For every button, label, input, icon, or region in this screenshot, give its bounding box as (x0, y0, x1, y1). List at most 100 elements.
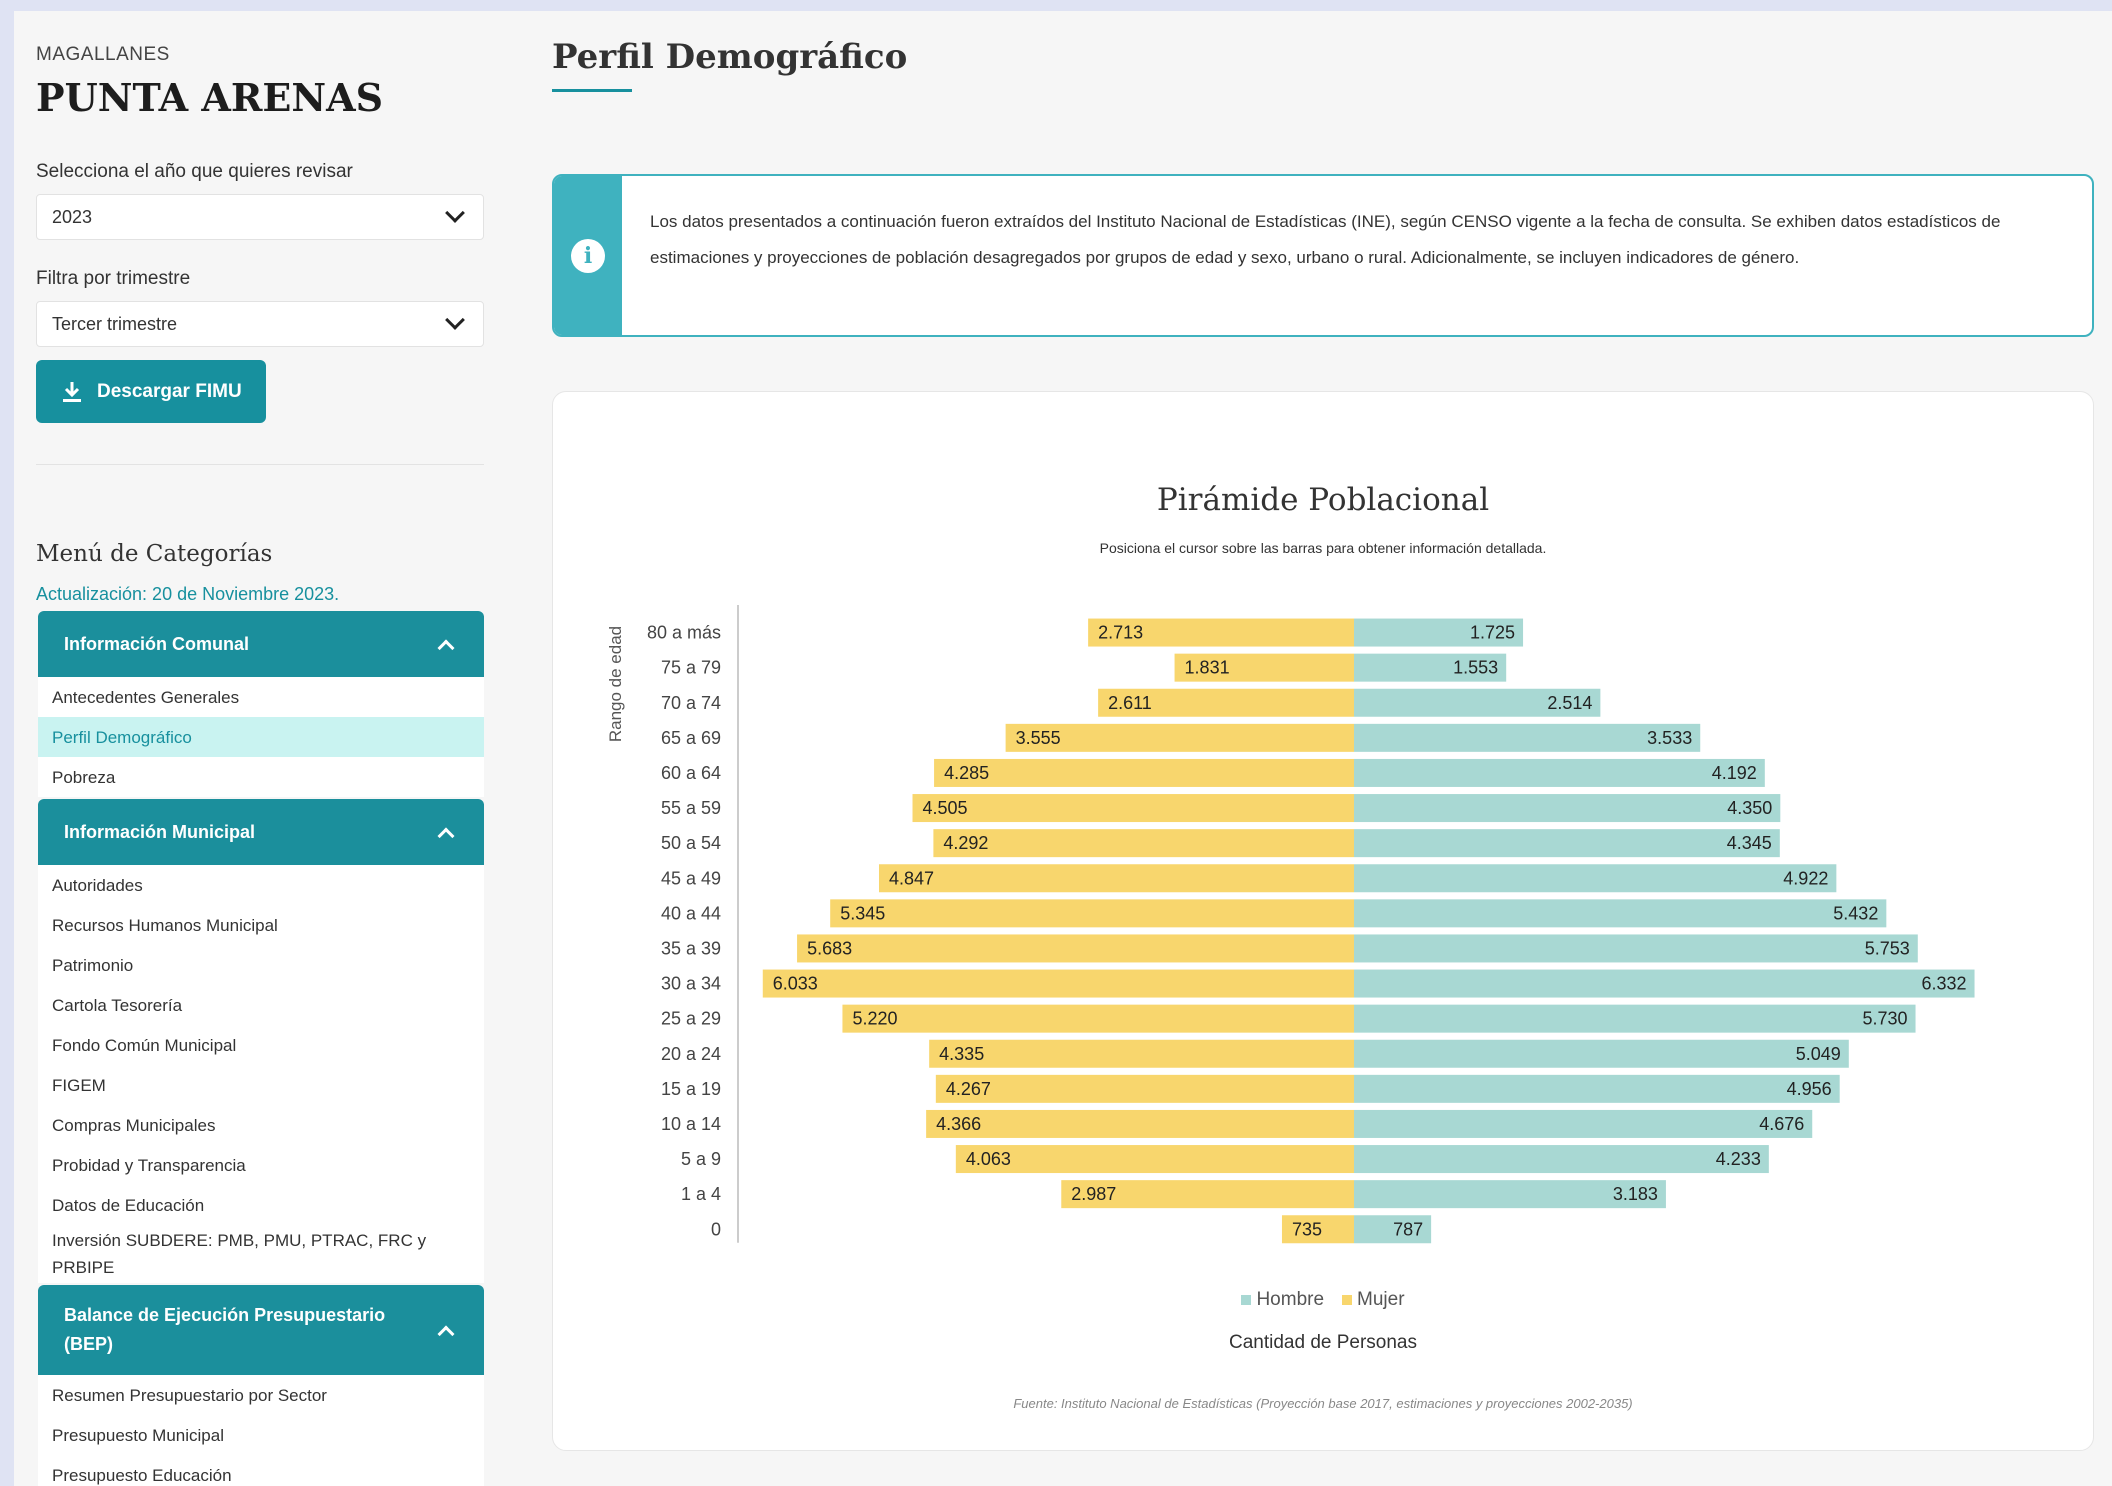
bar-mujer[interactable] (935, 1074, 1354, 1103)
year-select[interactable]: 2023 (36, 194, 484, 240)
chevron-up-icon (437, 1325, 455, 1343)
chart-legend: Hombre Mujer (553, 1289, 2093, 1311)
y-tick-label: 80 a más (647, 623, 721, 643)
bar-mujer[interactable] (912, 794, 1354, 823)
menu-item-patrimonio[interactable]: Patrimonio (38, 945, 484, 985)
section-title: Información Municipal (64, 821, 256, 842)
menu-item-compras[interactable]: Compras Municipales (38, 1105, 484, 1145)
chevron-down-icon (445, 310, 465, 330)
section-header-info-comunal[interactable]: Información Comunal (38, 611, 484, 677)
data-label-mujer: 5.683 (807, 938, 852, 958)
y-tick-label: 75 a 79 (661, 658, 721, 678)
bar-mujer[interactable] (797, 934, 1354, 963)
menu-item-resumen-presupuestario[interactable]: Resumen Presupuestario por Sector (38, 1375, 484, 1415)
menu-item-fondo-comun[interactable]: Fondo Común Municipal (38, 1025, 484, 1065)
menu-item-perfil-demografico[interactable]: Perfil Demográfico (38, 717, 484, 757)
menu-item-recursos-humanos[interactable]: Recursos Humanos Municipal (38, 905, 484, 945)
divider (36, 464, 484, 465)
data-label-hombre: 1.553 (1453, 658, 1498, 678)
y-tick-label: 55 a 59 (661, 798, 721, 818)
data-label-mujer: 6.033 (773, 974, 818, 994)
bar-mujer[interactable] (929, 1039, 1354, 1068)
data-label-mujer: 735 (1292, 1219, 1322, 1239)
bar-mujer[interactable] (842, 1004, 1354, 1033)
chart-card: Pirámide Poblacional Posiciona el cursor… (552, 391, 2094, 1451)
bar-hombre[interactable] (1354, 899, 1887, 928)
data-label-hombre: 5.049 (1796, 1044, 1841, 1064)
y-tick-label: 20 a 24 (661, 1044, 721, 1064)
bar-hombre[interactable] (1354, 1039, 1849, 1068)
section-header-bep[interactable]: Balance de Ejecución Presupuestario (BEP… (38, 1285, 484, 1375)
y-axis-title: Rango de edad (606, 626, 625, 742)
y-tick-label: 65 a 69 (661, 728, 721, 748)
y-tick-label: 1 a 4 (681, 1184, 721, 1204)
bar-hombre[interactable] (1354, 1074, 1840, 1103)
menu-item-inversion-subdere[interactable]: Inversión SUBDERE: PMB, PMU, PTRAC, FRC … (38, 1225, 484, 1283)
menu-item-educacion[interactable]: Datos de Educación (38, 1185, 484, 1225)
menu-item-pobreza[interactable]: Pobreza (38, 757, 484, 797)
y-tick-label: 30 a 34 (661, 974, 721, 994)
y-tick-label: 45 a 49 (661, 868, 721, 888)
info-box: i Los datos presentados a continuación f… (552, 174, 2094, 337)
y-tick-label: 10 a 14 (661, 1114, 721, 1134)
bar-hombre[interactable] (1354, 1109, 1813, 1138)
menu-item-autoridades[interactable]: Autoridades (38, 865, 484, 905)
legend-item-mujer[interactable]: Mujer (1342, 1289, 1405, 1311)
bar-mujer[interactable] (933, 829, 1354, 858)
bar-hombre[interactable] (1354, 1145, 1769, 1174)
menu-item-antecedentes[interactable]: Antecedentes Generales (38, 677, 484, 717)
quarter-select-label: Filtra por trimestre (36, 268, 191, 289)
data-label-mujer: 4.505 (923, 798, 968, 818)
bar-mujer[interactable] (762, 969, 1354, 998)
info-sidebar: i (554, 176, 622, 335)
data-label-mujer: 2.611 (1108, 693, 1152, 713)
data-label-hombre: 5.753 (1865, 938, 1910, 958)
download-fimu-button[interactable]: Descargar FIMU (36, 360, 266, 423)
menu-item-presupuesto-municipal[interactable]: Presupuesto Municipal (38, 1415, 484, 1455)
section-header-info-municipal[interactable]: Información Municipal (38, 799, 484, 865)
bar-hombre[interactable] (1354, 1004, 1916, 1033)
bar-hombre[interactable] (1354, 758, 1765, 787)
page-title: Perfil Demográfico (552, 37, 908, 77)
bar-hombre[interactable] (1354, 829, 1780, 858)
quarter-select[interactable]: Tercer trimestre (36, 301, 484, 347)
y-tick-label: 25 a 29 (661, 1009, 721, 1029)
menu-item-presupuesto-educacion[interactable]: Presupuesto Educación (38, 1455, 484, 1486)
bar-hombre[interactable] (1354, 969, 1975, 998)
data-label-hombre: 4.676 (1759, 1114, 1804, 1134)
data-label-hombre: 4.233 (1716, 1149, 1761, 1169)
menu-item-probidad[interactable]: Probidad y Transparencia (38, 1145, 484, 1185)
y-tick-label: 35 a 39 (661, 938, 721, 958)
data-label-hombre: 4.345 (1727, 833, 1772, 853)
data-label-hombre: 4.922 (1783, 868, 1828, 888)
y-tick-label: 5 a 9 (681, 1149, 721, 1169)
bar-hombre[interactable] (1354, 864, 1837, 893)
menu-item-figem[interactable]: FIGEM (38, 1065, 484, 1105)
bar-hombre[interactable] (1354, 794, 1781, 823)
bar-mujer[interactable] (830, 899, 1354, 928)
bar-mujer[interactable] (926, 1109, 1354, 1138)
category-menu: Información Comunal Antecedentes General… (38, 611, 484, 1486)
bar-mujer[interactable] (955, 1145, 1354, 1174)
pyramid-chart[interactable]: Rango de edad 80 a más 2.713 1.725 75 a 79 1.… (553, 392, 2095, 1272)
app-frame: MAGALLANES PUNTA ARENAS Selecciona el añ… (14, 11, 2112, 1486)
bar-hombre[interactable] (1354, 934, 1918, 963)
bar-mujer[interactable] (934, 758, 1354, 787)
x-axis-label: Cantidad de Personas (1228, 1332, 1417, 1353)
region-label: MAGALLANES (36, 44, 170, 65)
data-label-mujer: 4.267 (946, 1079, 991, 1099)
data-label-mujer: 4.285 (944, 763, 989, 783)
data-label-hombre: 1.725 (1470, 623, 1515, 643)
data-label-mujer: 4.335 (939, 1044, 984, 1064)
bar-mujer[interactable] (878, 864, 1354, 893)
legend-item-hombre[interactable]: Hombre (1241, 1289, 1324, 1311)
data-label-hombre: 5.730 (1862, 1009, 1907, 1029)
data-label-hombre: 3.533 (1647, 728, 1692, 748)
comuna-title: PUNTA ARENAS (36, 75, 384, 120)
year-select-value: 2023 (52, 206, 93, 227)
download-button-label: Descargar FIMU (97, 380, 242, 402)
y-tick-label: 70 a 74 (661, 693, 721, 713)
menu-item-cartola-tesoreria[interactable]: Cartola Tesorería (38, 985, 484, 1025)
update-date: Actualización: 20 de Noviembre 2023. (36, 584, 340, 604)
year-select-label: Selecciona el año que quieres revisar (36, 161, 353, 182)
